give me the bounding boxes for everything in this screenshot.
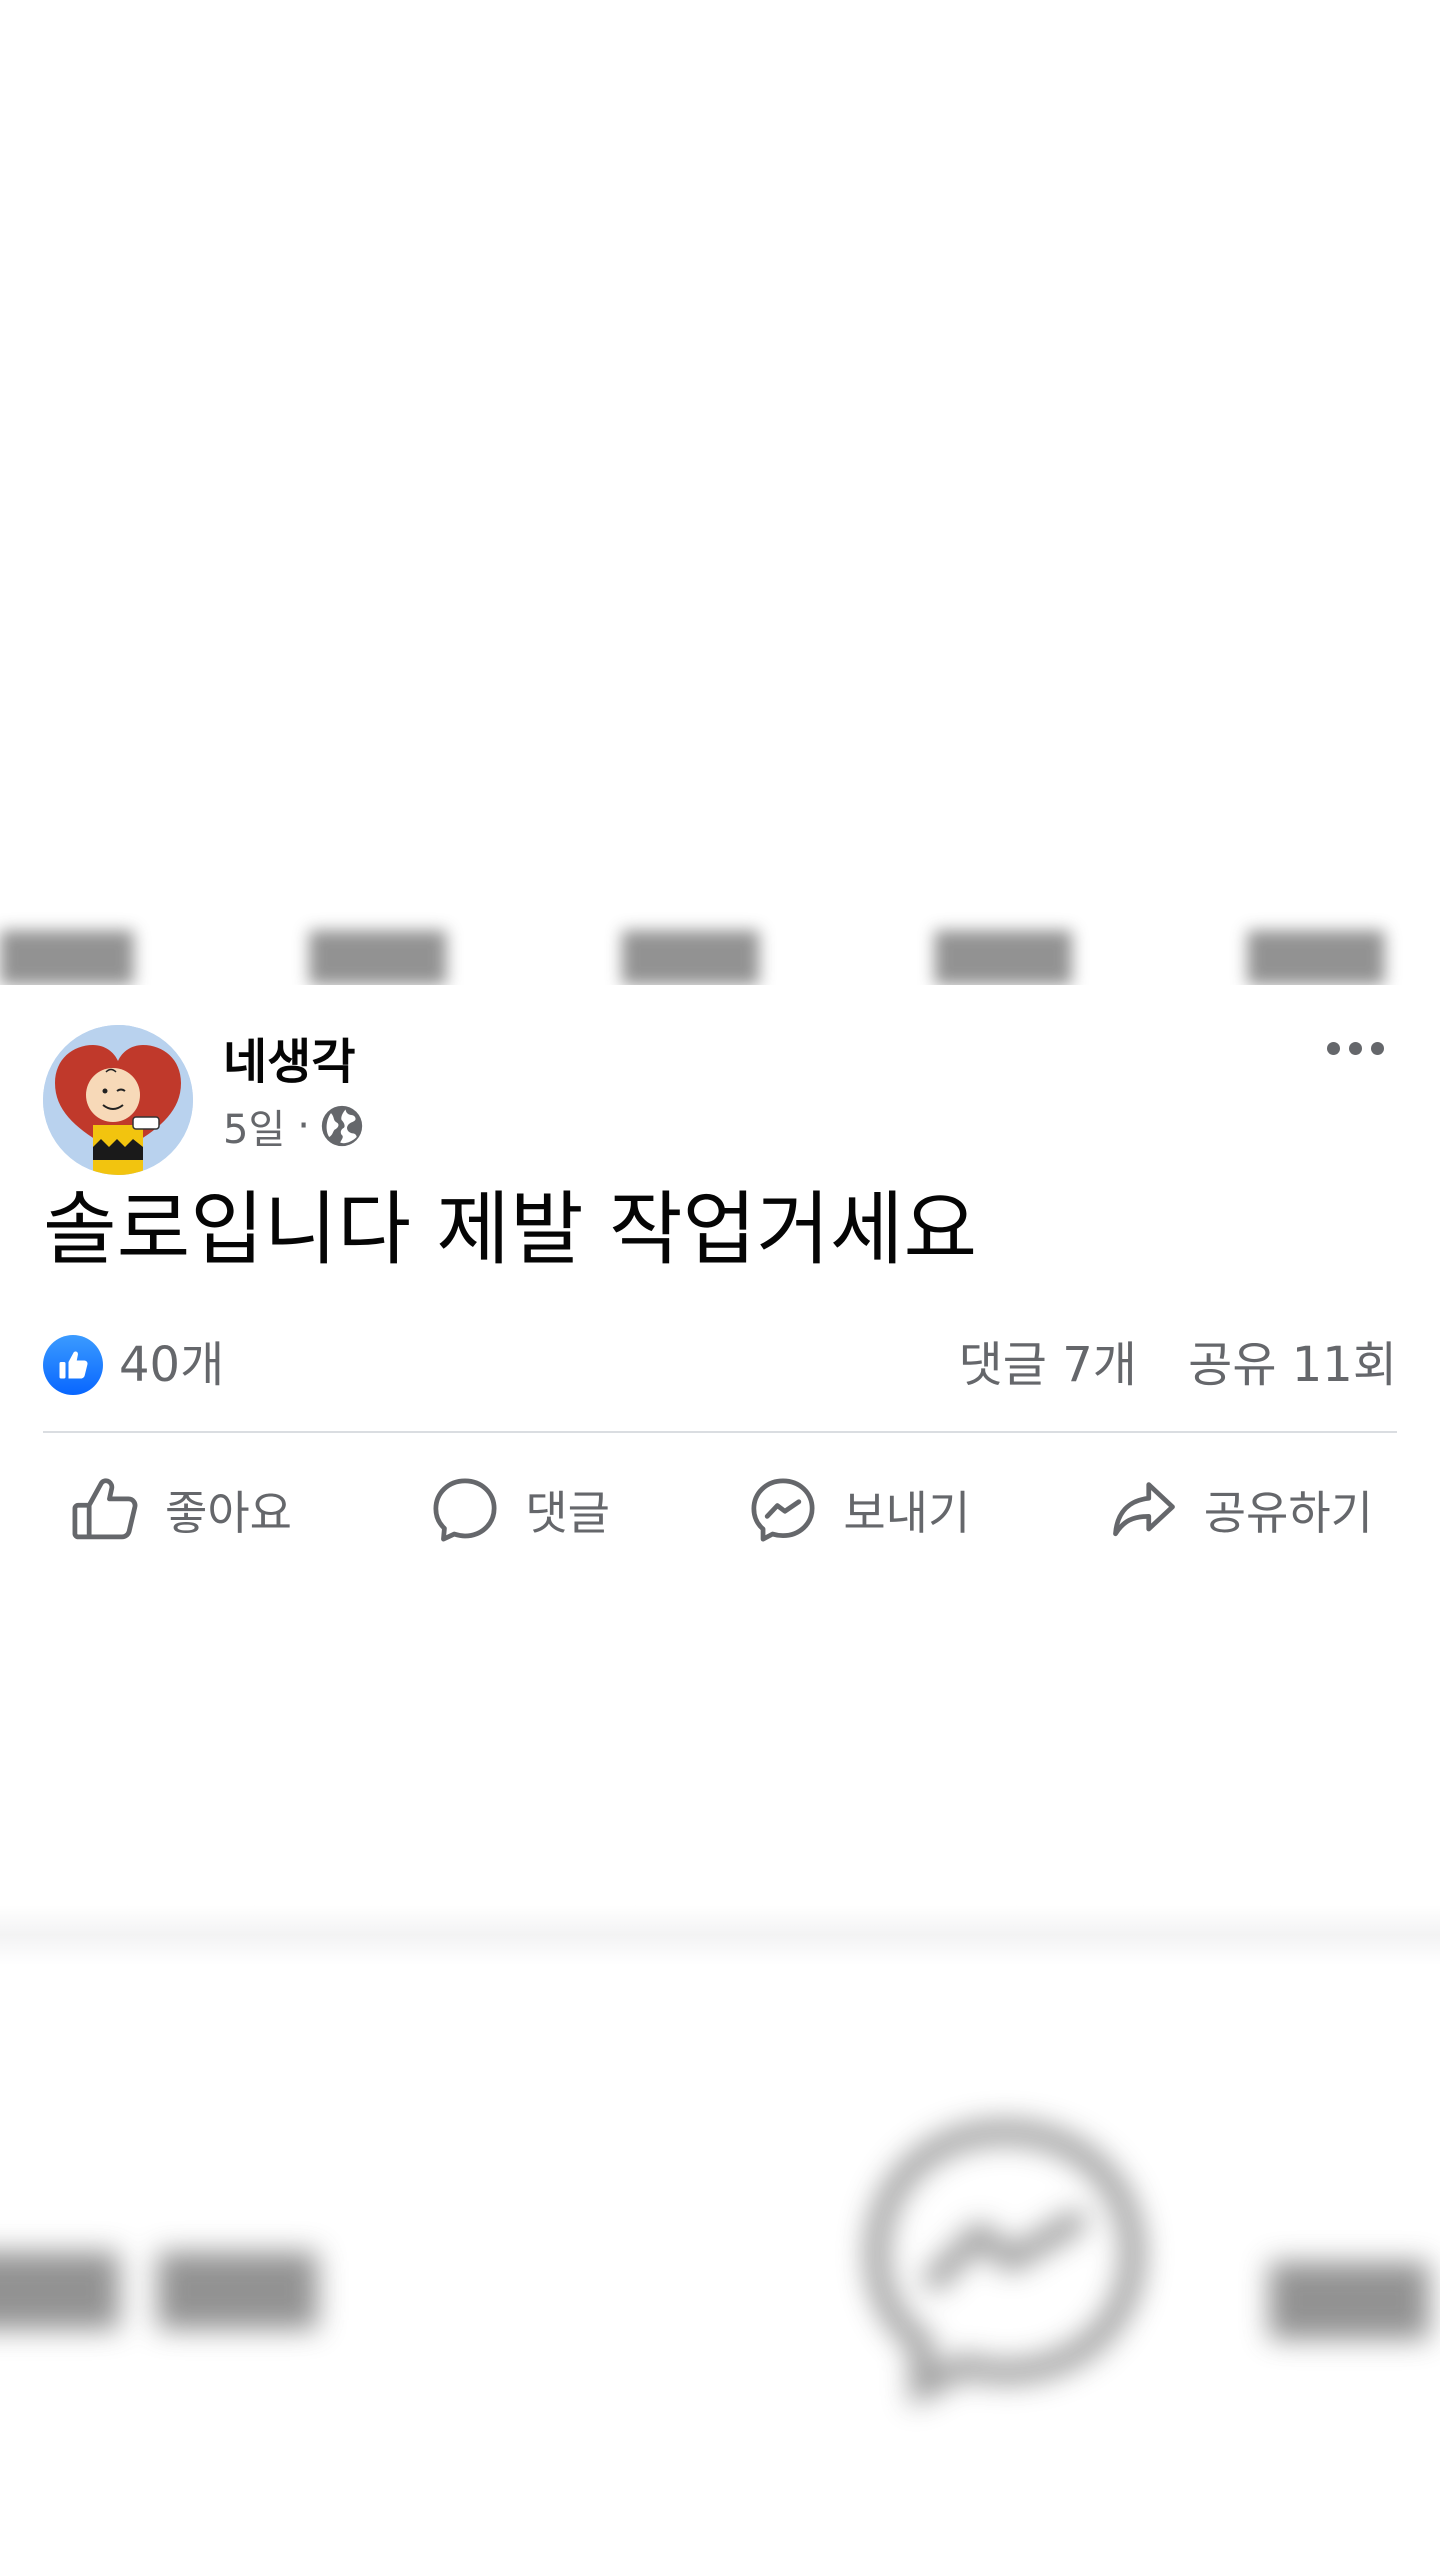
- action-bar: 좋아요 댓글 보내기 공유하기: [43, 1445, 1397, 1575]
- avatar[interactable]: [43, 1025, 193, 1175]
- like-button[interactable]: 좋아요: [43, 1460, 316, 1560]
- more-dot: [1326, 1041, 1340, 1055]
- comment-button[interactable]: 댓글: [403, 1460, 634, 1560]
- background-separator-band: [0, 1905, 1440, 1965]
- send-button-label: 보내기: [843, 1486, 971, 1540]
- blurred-messenger-icon: [865, 2120, 1145, 2407]
- author-name[interactable]: 네생각: [223, 1032, 355, 1092]
- reaction-summary: 40개 댓글 7개 공유 11회: [43, 1330, 1397, 1400]
- globe-icon: [321, 1105, 363, 1147]
- like-button-label: 좋아요: [165, 1486, 292, 1540]
- more-dot: [1348, 1041, 1362, 1055]
- messenger-icon: [751, 1478, 815, 1542]
- post-card: 네생각 5일 · 솔로입니다 제발 작업거세요 40개 댓글 7개 공유 11회…: [0, 985, 1440, 1585]
- share-button[interactable]: 공유하기: [1082, 1460, 1397, 1560]
- meta-separator: ·: [297, 1103, 310, 1149]
- thumbs-up-icon: [72, 1478, 138, 1540]
- avatar-illustration: [43, 1025, 193, 1175]
- blurred-background-text: ■ ■ ■ ■ ■ ■ ■: [0, 880, 1440, 985]
- like-count[interactable]: 40개: [119, 1330, 224, 1400]
- post-text: 솔로입니다 제발 작업거세요: [43, 1183, 978, 1276]
- post-time[interactable]: 5일: [223, 1097, 285, 1155]
- share-count[interactable]: 공유 11회: [1188, 1337, 1397, 1393]
- share-arrow-icon: [1112, 1482, 1175, 1537]
- share-button-label: 공유하기: [1203, 1486, 1373, 1540]
- blurred-background-actions: ▬▬ ▬: [0, 2040, 1440, 2560]
- screen: ■ ■ ■ ■ ■ ■ ■ ▬▬ ▬ 네생각: [0, 0, 1440, 2560]
- more-dot: [1370, 1041, 1384, 1055]
- send-button[interactable]: 보내기: [721, 1460, 994, 1560]
- comment-bubble-icon: [433, 1478, 497, 1542]
- thumbs-up-glyph: [59, 1351, 88, 1379]
- comment-button-label: 댓글: [525, 1486, 610, 1540]
- like-icon[interactable]: [43, 1335, 103, 1395]
- more-options-button[interactable]: [1310, 1023, 1400, 1073]
- divider: [43, 1431, 1397, 1433]
- comment-count[interactable]: 댓글 7개: [959, 1337, 1137, 1393]
- engagement-counts: 댓글 7개 공유 11회: [959, 1330, 1397, 1400]
- post-meta: 5일 ·: [223, 1098, 364, 1154]
